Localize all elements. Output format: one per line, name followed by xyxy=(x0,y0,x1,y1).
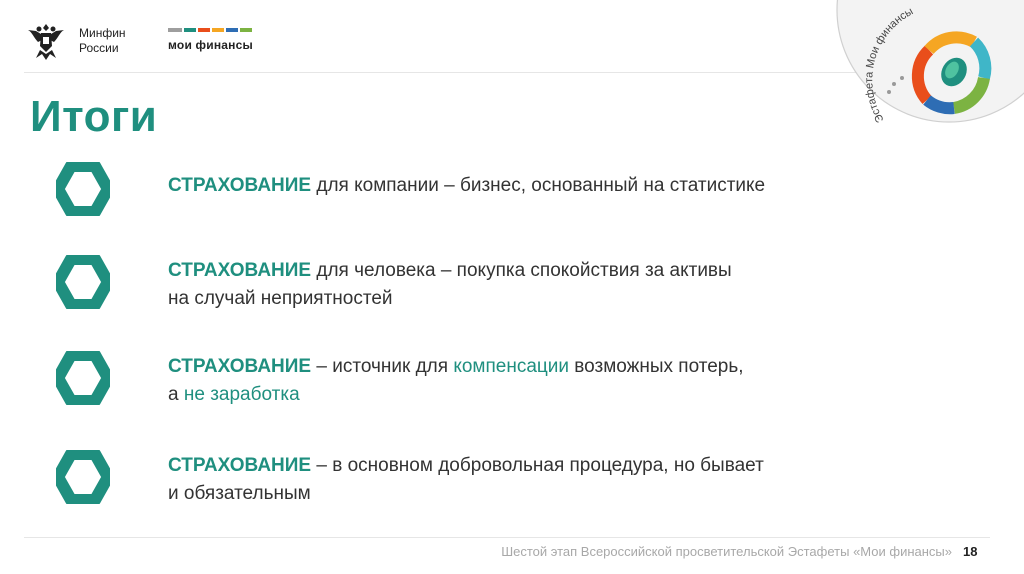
moi-finansy-logo: мои финансы xyxy=(168,28,253,52)
hexagon-icon xyxy=(56,255,110,309)
item-2-line1: для человека – покупка спокойствия за ак… xyxy=(311,260,732,281)
item-2-line2: на случай неприятностей xyxy=(168,288,393,309)
logo-text: мои финансы xyxy=(168,38,253,52)
item-3-keyword: СТРАХОВАНИЕ xyxy=(168,356,312,377)
item-4-keyword: СТРАХОВАНИЕ xyxy=(168,455,312,476)
page-title: Итоги xyxy=(30,92,158,141)
item-1-line1: для компании – бизнес, основанный на ста… xyxy=(311,175,766,196)
item-4-line1: – в основном добровольная процедура, но … xyxy=(311,455,764,476)
org-name: Минфин России xyxy=(79,26,126,56)
item-1-text: СТРАХОВАНИЕ для компании – бизнес, основ… xyxy=(168,172,765,200)
hexagon-icon xyxy=(56,162,110,216)
page-number: 18 xyxy=(963,544,978,559)
item-3-highlight-compensation: компенсации xyxy=(453,356,569,377)
hexagon-icon xyxy=(56,450,110,504)
item-1-keyword: СТРАХОВАНИЕ xyxy=(168,175,312,196)
item-2-keyword: СТРАХОВАНИЕ xyxy=(168,260,312,281)
eagle-emblem-icon xyxy=(28,24,64,60)
item-4-text: СТРАХОВАНИЕ – в основном добровольная пр… xyxy=(168,452,764,508)
logo-color-bars xyxy=(168,28,253,32)
org-name-line1: Минфин xyxy=(79,26,126,40)
org-name-line2: России xyxy=(79,41,119,55)
footer-text: Шестой этап Всероссийской просветительск… xyxy=(501,544,952,559)
footer-divider xyxy=(24,537,990,538)
estafeta-badge: Эстафета Мои финансы xyxy=(836,0,1024,125)
hexagon-icon xyxy=(56,351,110,405)
item-3-highlight-not-profit: не заработка xyxy=(183,384,300,405)
item-3-text: СТРАХОВАНИЕ – источник для компенсации в… xyxy=(168,356,744,405)
header-divider xyxy=(24,72,900,73)
item-4-line2: и обязательным xyxy=(168,483,311,504)
item-2-text: СТРАХОВАНИЕ для человека – покупка споко… xyxy=(168,257,732,313)
